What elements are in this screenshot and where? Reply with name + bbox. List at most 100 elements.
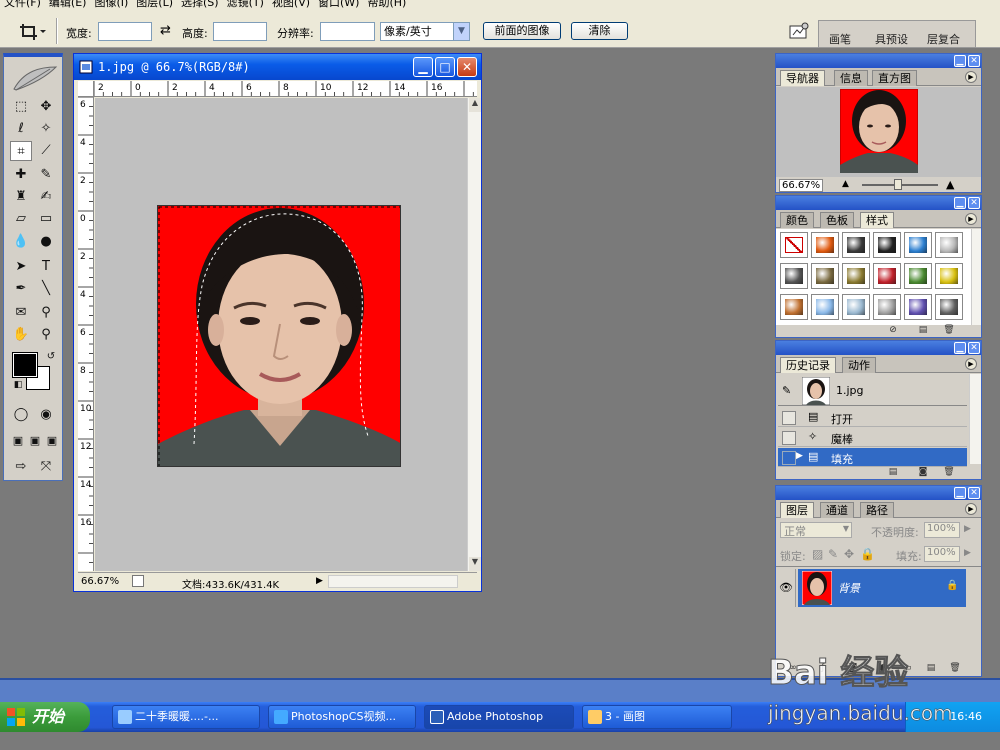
style-swatch-cell[interactable] [780, 232, 808, 258]
navigator-preview[interactable] [776, 87, 981, 177]
pen-tool-icon[interactable]: ✒ [10, 279, 32, 299]
dodge-tool-icon[interactable]: ● [35, 232, 57, 252]
style-swatch-cell[interactable] [904, 263, 932, 289]
history-item-open[interactable]: ▤ 打开 [778, 408, 967, 427]
layer-row-background[interactable]: 背景 🔒 [798, 569, 966, 607]
lock-all-icon[interactable]: 🔒 [860, 547, 875, 561]
imageready-icon[interactable]: ⤧ [35, 457, 57, 477]
ruler-origin[interactable] [78, 81, 94, 97]
history-item-magic-wand[interactable]: ✧ 魔棒 [778, 428, 967, 447]
horizontal-scrollbar[interactable] [328, 575, 458, 588]
panel-menu-icon[interactable]: ▶ [965, 213, 977, 225]
style-swatch-cell[interactable] [873, 263, 901, 289]
panel-close-button[interactable]: ✕ [968, 55, 980, 67]
panel-close-button[interactable]: ✕ [968, 197, 980, 209]
minimize-button[interactable]: ▁ [413, 57, 433, 77]
menu-window[interactable]: 窗口(W) [314, 0, 363, 14]
panel-minimize-button[interactable]: ▁ [954, 342, 966, 354]
tab-styles[interactable]: 样式 [860, 212, 894, 228]
panel-minimize-button[interactable]: ▁ [954, 197, 966, 209]
panel-close-button[interactable]: ✕ [968, 342, 980, 354]
type-tool-icon[interactable]: T [35, 257, 57, 277]
zoom-in-icon[interactable]: ▲ [946, 178, 954, 191]
history-checkbox[interactable] [782, 451, 796, 465]
styles-scrollbar[interactable] [971, 229, 981, 325]
lock-position-icon[interactable]: ✥ [844, 547, 854, 561]
menu-view[interactable]: 视图(V) [268, 0, 314, 14]
chevron-down-icon[interactable]: ▼ [453, 23, 469, 40]
layer-name[interactable]: 背景 [838, 580, 860, 596]
tab-channels[interactable]: 通道 [820, 502, 854, 518]
lock-image-icon[interactable]: ✎ [828, 547, 838, 561]
crop-tool-icon[interactable] [18, 22, 46, 42]
lock-transparent-icon[interactable]: ▨ [812, 547, 823, 561]
fill-value[interactable]: 100% [924, 546, 960, 562]
brush-tool-icon[interactable]: ✎ [35, 165, 57, 185]
healing-brush-tool-icon[interactable]: ✚ [10, 165, 32, 185]
jump-to-imageready-icon[interactable]: ⇨ [10, 457, 32, 477]
lasso-tool-icon[interactable]: ℓ [10, 119, 32, 139]
menu-filter[interactable]: 滤镜(T) [223, 0, 268, 14]
style-swatch-cell[interactable] [780, 294, 808, 320]
close-button[interactable]: ✕ [457, 57, 477, 77]
tab-history[interactable]: 历史记录 [780, 357, 836, 373]
trash-icon[interactable]: 🗑 [942, 324, 956, 336]
blur-tool-icon[interactable]: 💧 [10, 232, 32, 252]
style-swatch-cell[interactable] [935, 232, 963, 258]
menu-layer[interactable]: 图层(L) [132, 0, 177, 14]
navigator-zoom-value[interactable]: 66.67% [779, 179, 824, 192]
portrait-photo[interactable] [157, 205, 401, 467]
style-swatch-cell[interactable] [873, 232, 901, 258]
panel-menu-icon[interactable]: ▶ [965, 71, 977, 83]
standard-mode-icon[interactable]: ◯ [10, 405, 32, 425]
style-swatch-cell[interactable] [811, 263, 839, 289]
new-style-icon[interactable]: ▤ [916, 324, 930, 336]
hand-tool-icon[interactable]: ✋ [10, 325, 32, 345]
chevron-down-icon[interactable]: ▼ [843, 524, 849, 533]
trash-icon[interactable]: 🗑 [942, 466, 956, 478]
document-titlebar[interactable]: 1.jpg @ 66.7%(RGB/8#) ▁ □ ✕ [74, 54, 481, 80]
height-input[interactable] [213, 22, 267, 41]
tab-paths[interactable]: 路径 [860, 502, 894, 518]
path-selection-tool-icon[interactable]: ➤ [10, 257, 32, 277]
start-button[interactable]: 开始 [0, 702, 90, 732]
tab-layers[interactable]: 图层 [780, 502, 814, 518]
history-snapshot[interactable]: ✎ 1.jpg [778, 376, 967, 406]
status-menu-icon[interactable] [132, 575, 144, 587]
taskbar-item-paint[interactable]: 3 - 画图 [582, 705, 732, 729]
eraser-tool-icon[interactable]: ▱ [10, 209, 32, 229]
taskbar-item-photoshop[interactable]: Adobe Photoshop [424, 705, 574, 729]
style-swatch-cell[interactable] [842, 263, 870, 289]
panel-header[interactable]: ▁ ✕ [776, 341, 981, 355]
history-brush-tool-icon[interactable]: ✍ [35, 187, 57, 207]
tab-color[interactable]: 颜色 [780, 212, 814, 228]
style-swatch-cell[interactable] [842, 232, 870, 258]
resolution-input[interactable] [320, 22, 375, 41]
snapshot-camera-icon[interactable]: ◙ [916, 466, 930, 478]
panel-menu-icon[interactable]: ▶ [965, 358, 977, 370]
screen-mode-full-icon[interactable]: ▣ [41, 431, 63, 451]
palette-well-tab-layer-comps[interactable]: 层复合 [927, 31, 960, 47]
gradient-tool-icon[interactable]: ▭ [35, 209, 57, 229]
style-swatch-cell[interactable] [780, 263, 808, 289]
opacity-value[interactable]: 100% [924, 522, 960, 538]
menu-file[interactable]: 文件(F) [0, 0, 45, 14]
panel-header[interactable]: ▁ ✕ [776, 196, 981, 210]
style-swatch-cell[interactable] [842, 294, 870, 320]
tab-navigator[interactable]: 导航器 [780, 70, 825, 86]
history-brush-source-icon[interactable]: ✎ [782, 384, 791, 397]
foreground-color-swatch[interactable] [12, 352, 38, 378]
horizontal-ruler[interactable]: 2 0 2 4 6 8 10 12 14 16 [94, 81, 477, 97]
layer-visibility-toggle[interactable]: 👁 [776, 569, 796, 607]
zoom-slider-thumb[interactable] [894, 179, 902, 190]
clone-stamp-tool-icon[interactable]: ♜ [10, 187, 32, 207]
fill-arrow-icon[interactable]: ▶ [964, 548, 971, 558]
file-browser-icon[interactable] [787, 22, 811, 42]
history-scrollbar[interactable] [969, 374, 981, 464]
status-arrow-icon[interactable]: ▶ [316, 576, 323, 586]
style-swatch-cell[interactable] [873, 294, 901, 320]
panel-header[interactable]: ▁ ✕ [776, 54, 981, 68]
notes-tool-icon[interactable]: ✉ [10, 303, 32, 323]
opacity-arrow-icon[interactable]: ▶ [964, 524, 971, 534]
menu-help[interactable]: 帮助(H) [363, 0, 410, 14]
